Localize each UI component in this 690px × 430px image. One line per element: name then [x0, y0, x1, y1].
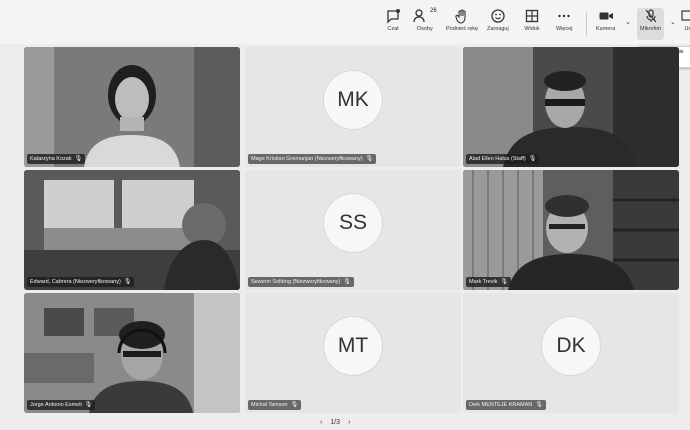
camera-icon: [599, 12, 613, 20]
page-indicator: 1/3: [330, 419, 341, 426]
people-label: Osoby: [416, 26, 433, 32]
participant-tile[interactable]: Jorge Antonio Esmeli 🎙: [24, 293, 240, 413]
participant-tile[interactable]: Mark Trevik 🎙: [463, 170, 679, 290]
more-dots-icon: [558, 14, 570, 18]
share-icon: [681, 10, 690, 21]
participant-name-tag: Diek MENTEJE KRAMAN 🎙: [466, 400, 546, 410]
participant-name-tag: Michał Tamson 🎙: [248, 400, 302, 410]
chat-label: Czat: [387, 26, 399, 32]
mic-icon: 🎙: [528, 156, 537, 162]
participant-name-tag: Jorge Antonio Esmeli 🎙: [27, 400, 96, 410]
mic-icon: 🎙: [84, 402, 93, 408]
participant-video: [463, 47, 679, 167]
next-page-chevron-icon[interactable]: ›: [348, 419, 350, 426]
mic-icon: 🎙: [74, 156, 83, 162]
react-label: Zareaguj: [487, 26, 509, 32]
avatar: SS: [324, 193, 382, 252]
react-button[interactable]: Zareaguj: [487, 8, 509, 40]
microphone-button[interactable]: Mikrofon: [637, 8, 665, 40]
mic-icon: 🎙: [123, 279, 132, 285]
participant-name-tag: Mark Trevik 🎙: [466, 277, 512, 287]
meeting-toolbar: Czat 26 Osoby Podnieś rękę Zareaguj Wido…: [0, 0, 690, 44]
avatar: MT: [324, 316, 382, 375]
avatar: DK: [542, 316, 600, 375]
camera-button[interactable]: Kamera: [596, 8, 615, 40]
participant-name-tag: Edward, Cabrera (Niezweryfikowany) 🎙: [27, 277, 135, 287]
participant-tile[interactable]: SS Sewerin Solténg (Niezweryfikowany) 🎙: [245, 170, 461, 290]
microphone-label: Mikrofon: [640, 26, 662, 32]
participant-name-tag: Katarzyna Kozak 🎙: [27, 154, 86, 164]
gallery-pager: ‹ 1/3 ›: [320, 419, 350, 426]
view-label: Widok: [524, 26, 540, 32]
camera-label: Kamera: [596, 26, 616, 32]
participant-video: [24, 293, 240, 413]
grid-view-icon: [525, 9, 539, 23]
participant-tile[interactable]: MK Mage Kristian Gremanjan (Niezweryfiko…: [245, 47, 461, 167]
participant-video: [24, 170, 240, 290]
mic-icon: 🎙: [500, 279, 509, 285]
raise-hand-label: Podnieś rękę: [446, 26, 479, 32]
participant-tile[interactable]: Katarzyna Kozak 🎙: [24, 47, 240, 167]
participant-tile[interactable]: Alad Ellen Halus (Staff) 🎙: [463, 47, 679, 167]
raise-hand-button[interactable]: Podnieś rękę: [446, 8, 478, 40]
mic-icon: 🎙: [365, 156, 374, 162]
participant-tile[interactable]: DK Diek MENTEJE KRAMAN 🎙: [463, 293, 679, 413]
people-button[interactable]: 26 Osoby: [413, 8, 437, 40]
participant-video: [463, 170, 679, 290]
participant-name-tag: Sewerin Solténg (Niezweryfikowany) 🎙: [248, 277, 354, 287]
more-button[interactable]: Więcej: [556, 8, 573, 40]
avatar: MK: [324, 70, 382, 129]
participant-video: [24, 47, 240, 167]
chat-icon: [387, 9, 400, 24]
share-label: Ud: [684, 26, 690, 32]
camera-options-chevron-icon[interactable]: ⌄: [625, 18, 631, 26]
hand-icon: [455, 9, 466, 24]
chat-button[interactable]: Czat: [385, 8, 401, 40]
participant-tile[interactable]: MT Michał Tamson 🎙: [245, 293, 461, 413]
toolbar-divider: [586, 12, 587, 36]
more-label: Więcej: [556, 26, 573, 32]
mic-icon: 🎙: [535, 402, 543, 408]
view-button[interactable]: Widok: [524, 8, 540, 40]
smile-icon: [491, 9, 505, 23]
mic-options-chevron-icon[interactable]: ⌄: [670, 18, 676, 26]
mic-icon: 🎙: [343, 279, 351, 285]
participant-name-tag: Alad Ellen Halus (Staff) 🎙: [466, 154, 540, 164]
participant-tile[interactable]: Edward, Cabrera (Niezweryfikowany) 🎙: [24, 170, 240, 290]
previous-page-chevron-icon[interactable]: ‹: [320, 419, 322, 426]
share-button[interactable]: Ud: [680, 8, 690, 40]
mic-icon: 🎙: [290, 402, 299, 408]
people-icon: [413, 9, 425, 23]
people-count: 26: [430, 8, 437, 14]
participant-name-tag: Mage Kristian Gremanjan (Niezweryfikowan…: [248, 154, 377, 164]
mic-muted-icon: [645, 9, 657, 23]
